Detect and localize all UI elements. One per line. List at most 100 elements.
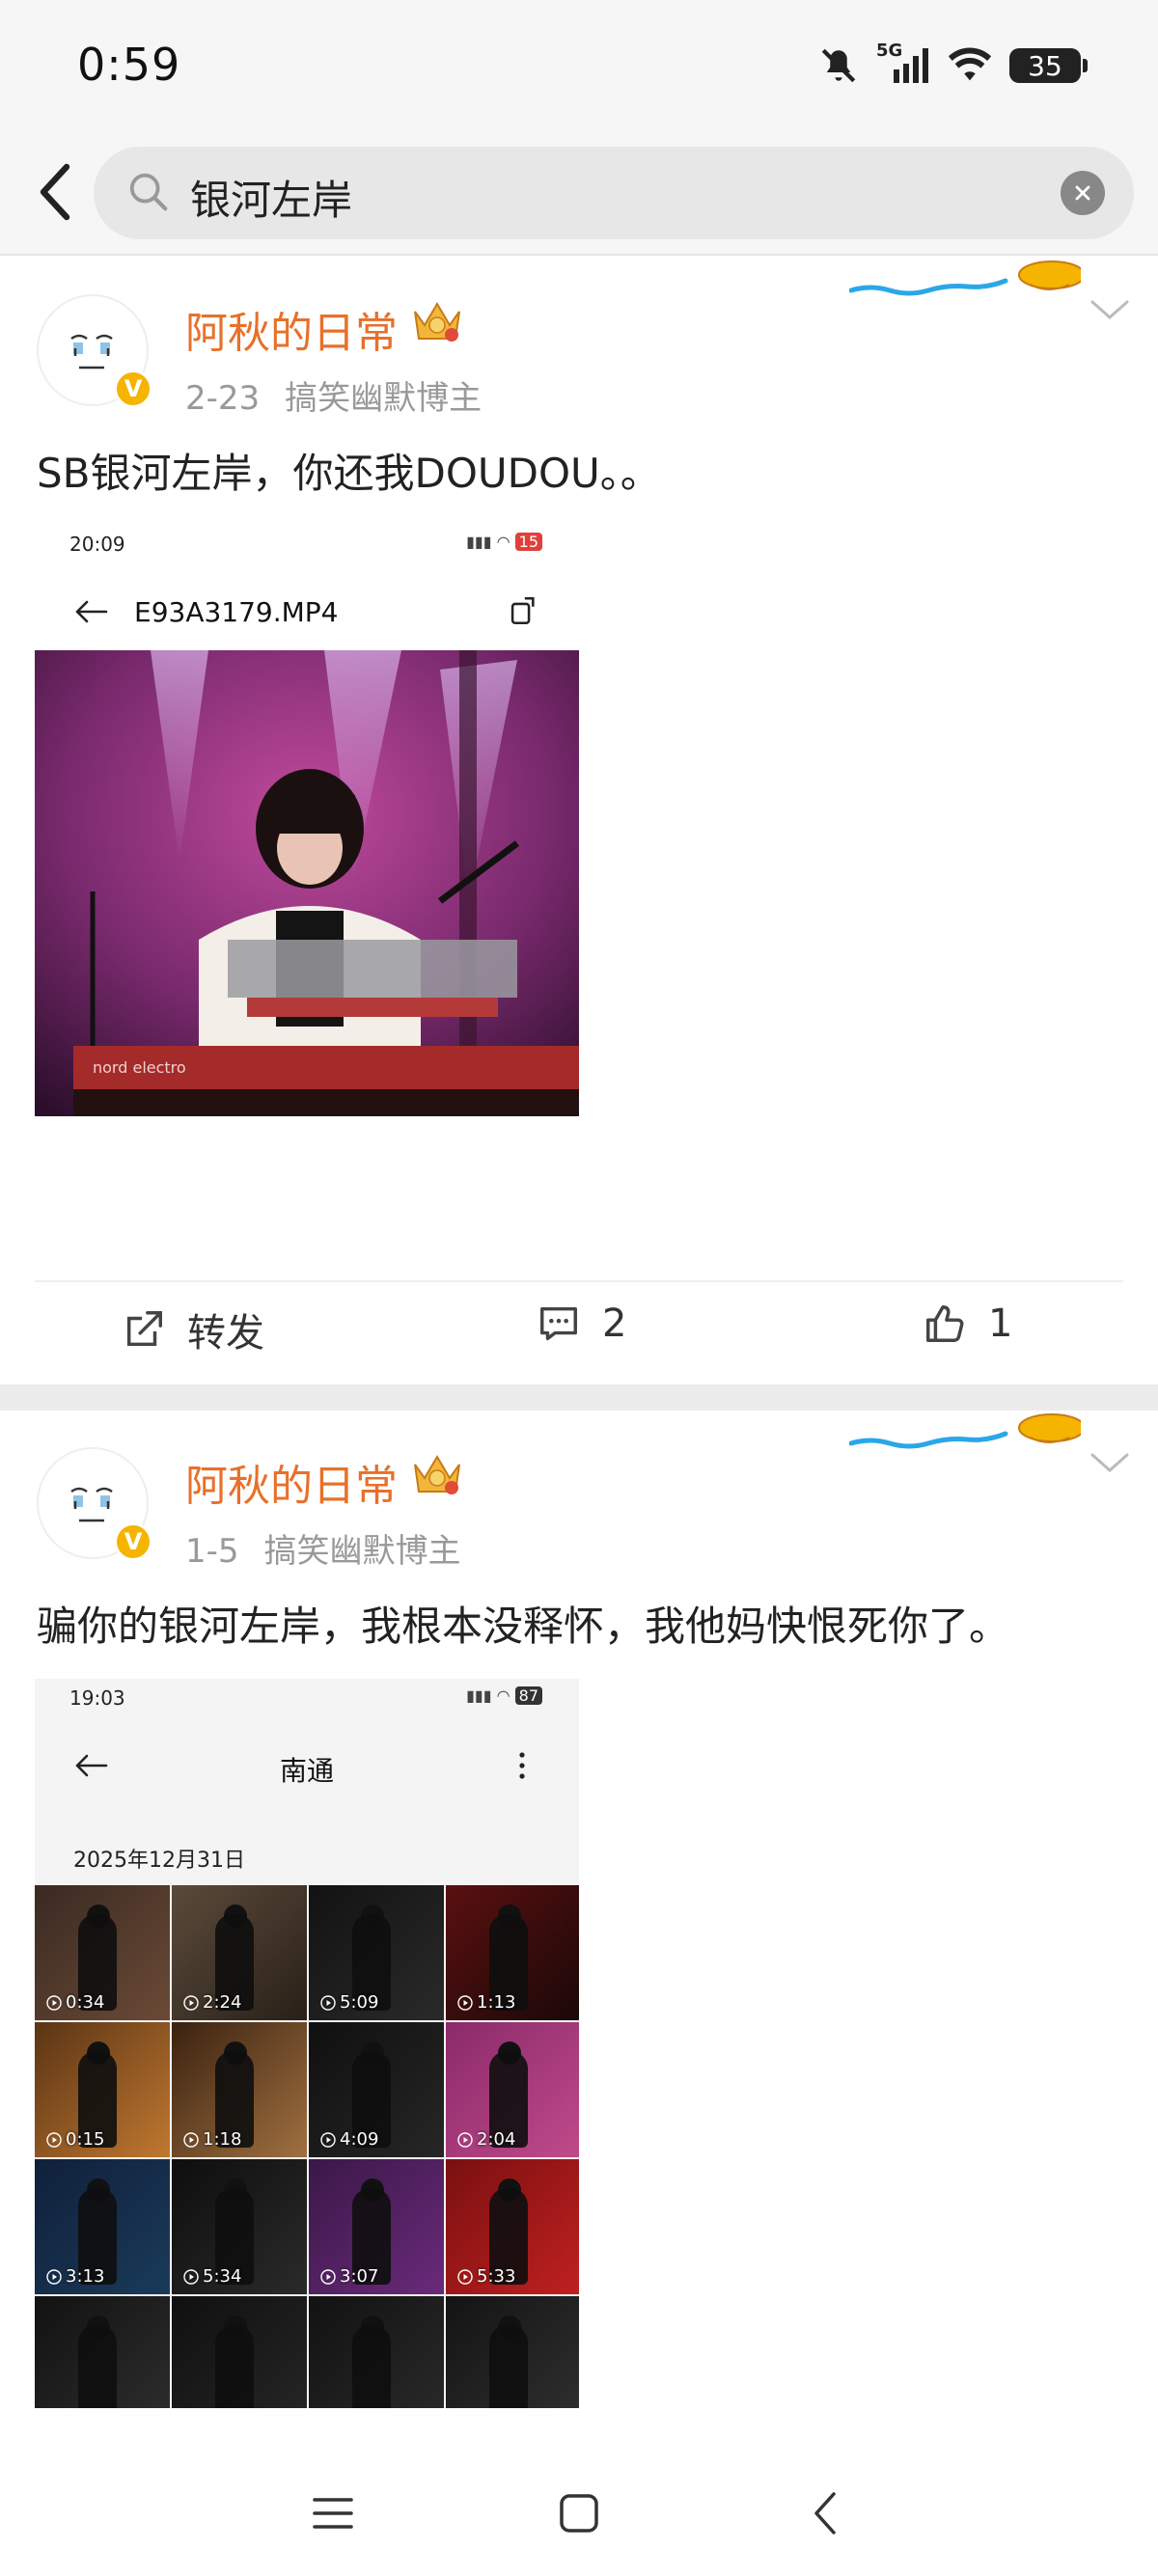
- post-image[interactable]: 20:09 ▮▮▮ ◠ 15 E93A3179.MP4 nord electro: [35, 525, 579, 1116]
- share-icon: [126, 1311, 162, 1347]
- chevron-left-icon: [40, 163, 70, 221]
- search-query: 银河左岸: [190, 177, 353, 224]
- play-icon: [183, 1994, 199, 2011]
- video-thumbnail[interactable]: [309, 2296, 444, 2408]
- duration-text: 3:07: [340, 2266, 379, 2287]
- embed-file-title: E93A3179.MP4: [134, 596, 339, 628]
- arrow-left-icon: [75, 600, 108, 623]
- video-thumbnail[interactable]: 3:13: [35, 2159, 170, 2294]
- thumbs-up-icon: [926, 1305, 964, 1342]
- svg-text:nord electro: nord electro: [93, 1058, 186, 1077]
- like-button[interactable]: 1: [923, 1302, 1012, 1346]
- menu-button[interactable]: [299, 2480, 367, 2547]
- clear-search-button[interactable]: [1061, 171, 1105, 215]
- status-time: 0:59: [77, 39, 181, 91]
- video-duration: 4:09: [320, 2129, 378, 2150]
- embed-time: 19:03: [69, 1686, 125, 1710]
- embed-header: 南通: [35, 1737, 579, 1795]
- post-card[interactable]: V 阿秋的日常 1-5 搞笑幽默博主 骗你的银河左岸，我根本没释怀，我他妈快恨死你…: [0, 1411, 1158, 2576]
- duration-text: 5:34: [203, 2266, 242, 2287]
- wave-badge-icon: [849, 1413, 1081, 1449]
- post-image[interactable]: 19:03 ▮▮▮ ◠ 87 南通 2025年12月31日 0:34 2:24 5:…: [35, 1679, 579, 2408]
- author-name[interactable]: 阿秋的日常: [185, 1451, 398, 1513]
- video-thumbnail[interactable]: 5:09: [309, 1885, 444, 2020]
- video-thumbnail[interactable]: 3:07: [309, 2159, 444, 2294]
- embed-status-bar: 19:03 ▮▮▮ ◠ 87: [35, 1679, 579, 1717]
- video-thumbnail[interactable]: 0:15: [35, 2022, 170, 2157]
- search-input[interactable]: 银河左岸: [94, 147, 1134, 239]
- video-duration: 1:13: [457, 1992, 515, 2013]
- duration-text: 0:15: [66, 2129, 105, 2150]
- verified-v-icon: V: [114, 1522, 152, 1561]
- chevron-left-icon: [814, 2492, 836, 2535]
- embed-battery: 87: [514, 1686, 542, 1705]
- author-tag: 搞笑幽默博主: [285, 379, 482, 418]
- video-thumbnail[interactable]: [35, 2296, 170, 2408]
- video-duration: 2:24: [183, 1992, 241, 2013]
- status-bar: 0:59 5G 35: [0, 0, 1158, 135]
- mute-icon: [821, 48, 856, 83]
- embed-status-icons: ▮▮▮ ◠ 15: [466, 533, 542, 551]
- comment-button[interactable]: 2: [537, 1302, 626, 1346]
- duration-text: 0:34: [66, 1992, 105, 2013]
- search-header: 银河左岸: [0, 135, 1158, 256]
- video-duration: 5:33: [457, 2266, 515, 2287]
- video-thumbnail[interactable]: 4:09: [309, 2022, 444, 2157]
- post-divider: [0, 1384, 1158, 1411]
- video-duration: 2:04: [457, 2129, 515, 2150]
- crown-badge-icon: [414, 1455, 460, 1494]
- author-name[interactable]: 阿秋的日常: [185, 298, 398, 360]
- video-duration: 3:13: [46, 2266, 104, 2287]
- verified-v-icon: V: [114, 370, 152, 408]
- embed-battery: 15: [514, 533, 542, 551]
- duration-text: 2:24: [203, 1992, 242, 2013]
- system-back-button[interactable]: [791, 2480, 859, 2547]
- embed-time: 20:09: [69, 533, 125, 556]
- status-icons: 5G 35: [818, 37, 1088, 95]
- video-thumbnail[interactable]: 1:13: [446, 1885, 579, 2020]
- embed-status-bar: 20:09 ▮▮▮ ◠ 15: [35, 525, 579, 563]
- play-icon: [320, 2268, 336, 2285]
- duration-text: 1:18: [203, 2129, 242, 2150]
- duration-text: 4:09: [340, 2129, 379, 2150]
- embed-header: E93A3179.MP4: [35, 583, 579, 641]
- video-thumbnail[interactable]: 1:18: [172, 2022, 307, 2157]
- thumbnail-figure: [489, 2325, 528, 2408]
- wave-badge-icon: [849, 260, 1081, 296]
- play-icon: [183, 2268, 199, 2285]
- back-button[interactable]: [21, 158, 89, 226]
- video-thumbnail[interactable]: 5:34: [172, 2159, 307, 2294]
- square-home-icon: [560, 2494, 598, 2533]
- embed-status-icons: ▮▮▮ ◠ 87: [466, 1686, 542, 1705]
- video-duration: 0:34: [46, 1992, 104, 2013]
- thumbnail-figure: [215, 2325, 254, 2408]
- system-nav-bar: [0, 2451, 1158, 2576]
- video-thumbnail[interactable]: 2:24: [172, 1885, 307, 2020]
- video-thumbnail[interactable]: 5:33: [446, 2159, 579, 2294]
- home-button[interactable]: [545, 2480, 613, 2547]
- post-card[interactable]: V 阿秋的日常 2-23 搞笑幽默博主 SB银河左岸，你还我DOUDOU。。 20…: [0, 258, 1158, 1384]
- video-thumbnail[interactable]: [446, 2296, 579, 2408]
- post-date: 1-5: [185, 1532, 239, 1571]
- duration-text: 2:04: [477, 2129, 516, 2150]
- video-thumbnail[interactable]: 2:04: [446, 2022, 579, 2157]
- video-thumbnail[interactable]: 0:34: [35, 1885, 170, 2020]
- comment-icon: [540, 1306, 577, 1341]
- chevron-down-icon[interactable]: [1089, 296, 1131, 323]
- duration-text: 5:33: [477, 2266, 516, 2287]
- more-vertical-icon: [519, 1752, 525, 1779]
- duration-text: 1:13: [477, 1992, 516, 2013]
- chevron-down-icon[interactable]: [1089, 1449, 1131, 1476]
- battery-indicator: 35: [1009, 48, 1088, 83]
- post-meta: 1-5 搞笑幽默博主: [185, 1524, 461, 1572]
- video-duration: 1:18: [183, 2129, 241, 2150]
- wifi-icon: [948, 47, 992, 81]
- author-tag: 搞笑幽默博主: [263, 1532, 461, 1571]
- rotate-icon: [510, 596, 535, 625]
- play-icon: [183, 2131, 199, 2148]
- video-thumbnail[interactable]: [172, 2296, 307, 2408]
- play-icon: [46, 1994, 62, 2011]
- post-actions: 转发 2 1: [35, 1280, 1123, 1384]
- duration-text: 5:09: [340, 1992, 379, 2013]
- repost-button[interactable]: 转发: [122, 1302, 264, 1357]
